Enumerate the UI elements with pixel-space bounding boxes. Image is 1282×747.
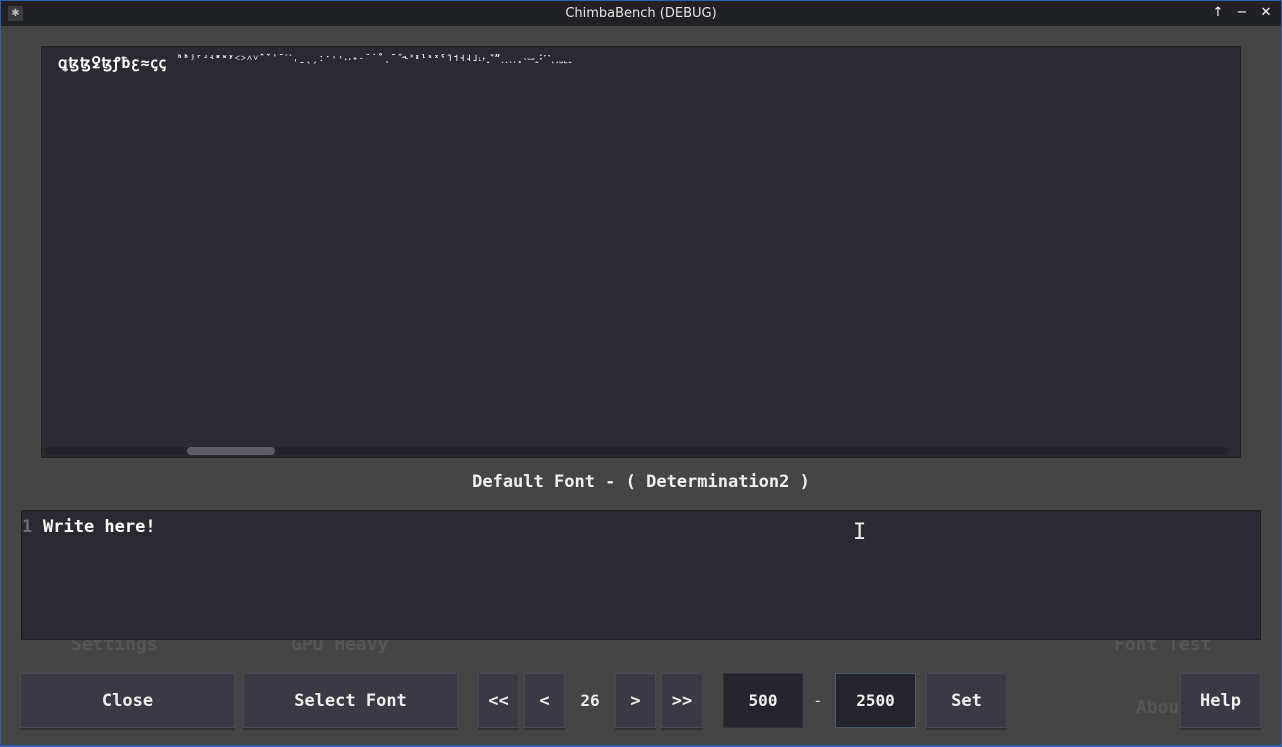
glyph-preview: ꝗꜩꜩꝿꜩꝭƀꜫ≈ꞔꞔ ʰʱʲʳʴʵʶʷʸ˂˃˄˅ˆˇˈˉˊˋˌˍˎˏːˑ˒˓˔… xyxy=(58,53,573,73)
glyph-preview-large: ꝗꜩꜩꝿꜩꝭƀꜫ≈ꞔꞔ xyxy=(58,54,167,72)
page-number: 26 xyxy=(580,691,600,710)
set-range-button[interactable]: Set xyxy=(926,673,1007,728)
editor-text[interactable]: Write here! xyxy=(43,517,156,537)
app-window: ✱ ChimbaBench (DEBUG) ↑ − ✕ Settings GPU… xyxy=(1,1,1281,745)
window-title: ChimbaBench (DEBUG) xyxy=(565,6,717,21)
text-cursor-icon: I xyxy=(853,520,867,545)
title-bar: ✱ ChimbaBench (DEBUG) ↑ − ✕ xyxy=(1,1,1281,26)
text-editor[interactable]: 1 Write here! xyxy=(21,510,1261,640)
keep-above-icon[interactable]: ↑ xyxy=(1209,4,1227,22)
scrollbar-thumb[interactable] xyxy=(187,447,275,455)
select-font-button[interactable]: Select Font xyxy=(243,673,458,728)
range-start-input[interactable]: 500 xyxy=(723,673,803,728)
close-icon[interactable]: ✕ xyxy=(1257,4,1275,22)
first-page-button[interactable]: << xyxy=(478,673,519,728)
range-separator: - xyxy=(813,691,823,710)
close-button[interactable]: Close xyxy=(20,673,235,728)
horizontal-scrollbar[interactable] xyxy=(44,447,1228,455)
range-end-input[interactable]: 2500 xyxy=(835,673,916,728)
glyph-preview-small: ʰʱʲʳʴʵʶʷʸ˂˃˄˅ˆˇˈˉˊˋˌˍˎˏːˑ˒˓˔˕˖˗˘˙˚˛˜˝˞˟ˠ… xyxy=(176,54,573,64)
glyph-preview-panel: ꝗꜩꜩꝿꜩꝭƀꜫ≈ꞔꞔ ʰʱʲʳʴʵʶʷʸ˂˃˄˅ˆˇˈˉˊˋˌˍˎˏːˑ˒˓˔… xyxy=(41,46,1241,458)
help-button[interactable]: Help xyxy=(1180,673,1261,728)
minimize-icon[interactable]: − xyxy=(1233,4,1251,22)
line-number: 1 xyxy=(22,517,33,537)
next-page-button[interactable]: > xyxy=(615,673,656,728)
prev-page-button[interactable]: < xyxy=(524,673,565,728)
last-page-button[interactable]: >> xyxy=(661,673,703,728)
font-name-label: Default Font - ( Determination2 ) xyxy=(472,472,810,492)
